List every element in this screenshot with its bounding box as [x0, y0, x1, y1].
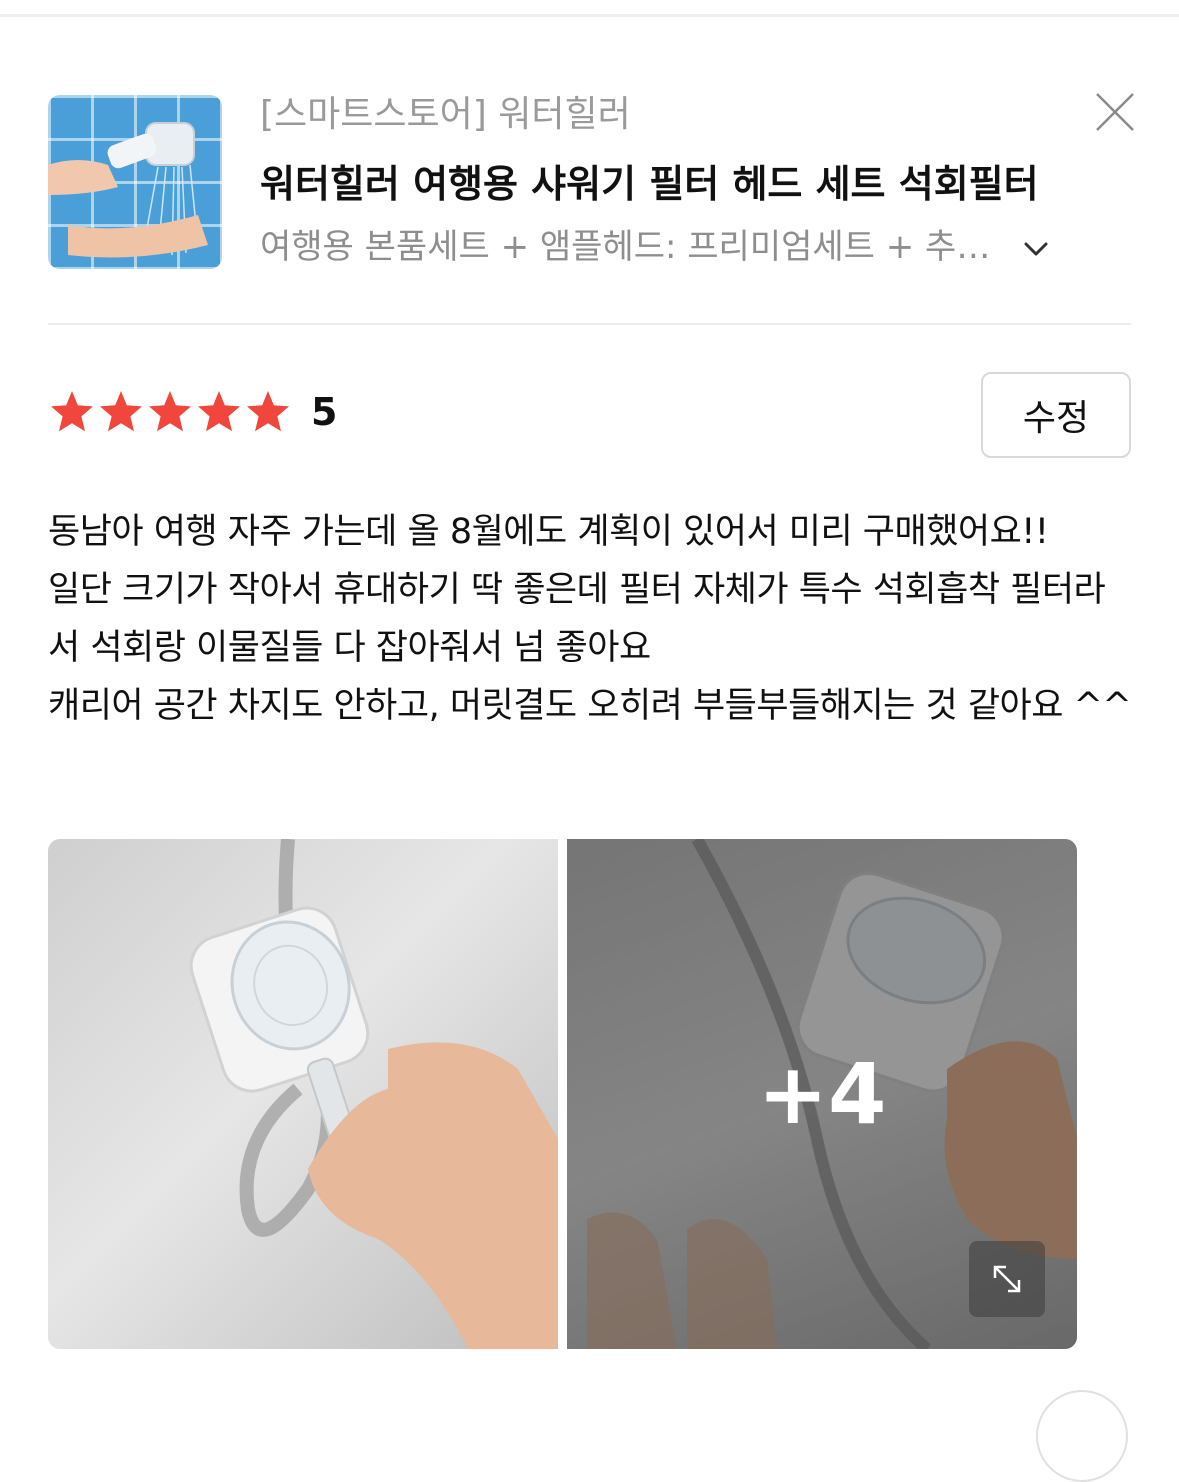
top-divider [0, 14, 1179, 17]
star-icon [97, 388, 145, 436]
product-thumbnail[interactable] [48, 95, 222, 269]
section-divider [48, 323, 1131, 325]
chevron-down-icon[interactable] [1018, 231, 1054, 267]
star-icon [146, 388, 194, 436]
store-name[interactable]: [스마트스토어] 워터힐러 [260, 95, 631, 135]
star-rating: 5 [48, 388, 337, 438]
star-icon [48, 388, 96, 436]
edit-button[interactable]: 수정 [981, 372, 1131, 458]
star-icon [244, 388, 292, 436]
review-photo-more[interactable]: +4 [567, 839, 1077, 1349]
expand-icon[interactable] [969, 1241, 1045, 1317]
star-icon [195, 388, 243, 436]
review-photo[interactable] [48, 839, 558, 1349]
product-title[interactable]: 워터힐러 여행용 샤워기 필터 헤드 세트 석회필터 [260, 161, 1050, 207]
product-summary: [스마트스토어] 워터힐러 워터힐러 여행용 샤워기 필터 헤드 세트 석회필터… [48, 93, 1138, 270]
close-icon[interactable] [1092, 89, 1138, 135]
rating-score: 5 [311, 390, 338, 434]
review-text: 동남아 여행 자주 가는데 올 8월에도 계획이 있어서 미리 구매했어요!! … [48, 512, 1132, 726]
product-option[interactable]: 여행용 본품세트 + 앰플헤드: 프리미엄세트 + 추가필터 [260, 227, 1000, 267]
